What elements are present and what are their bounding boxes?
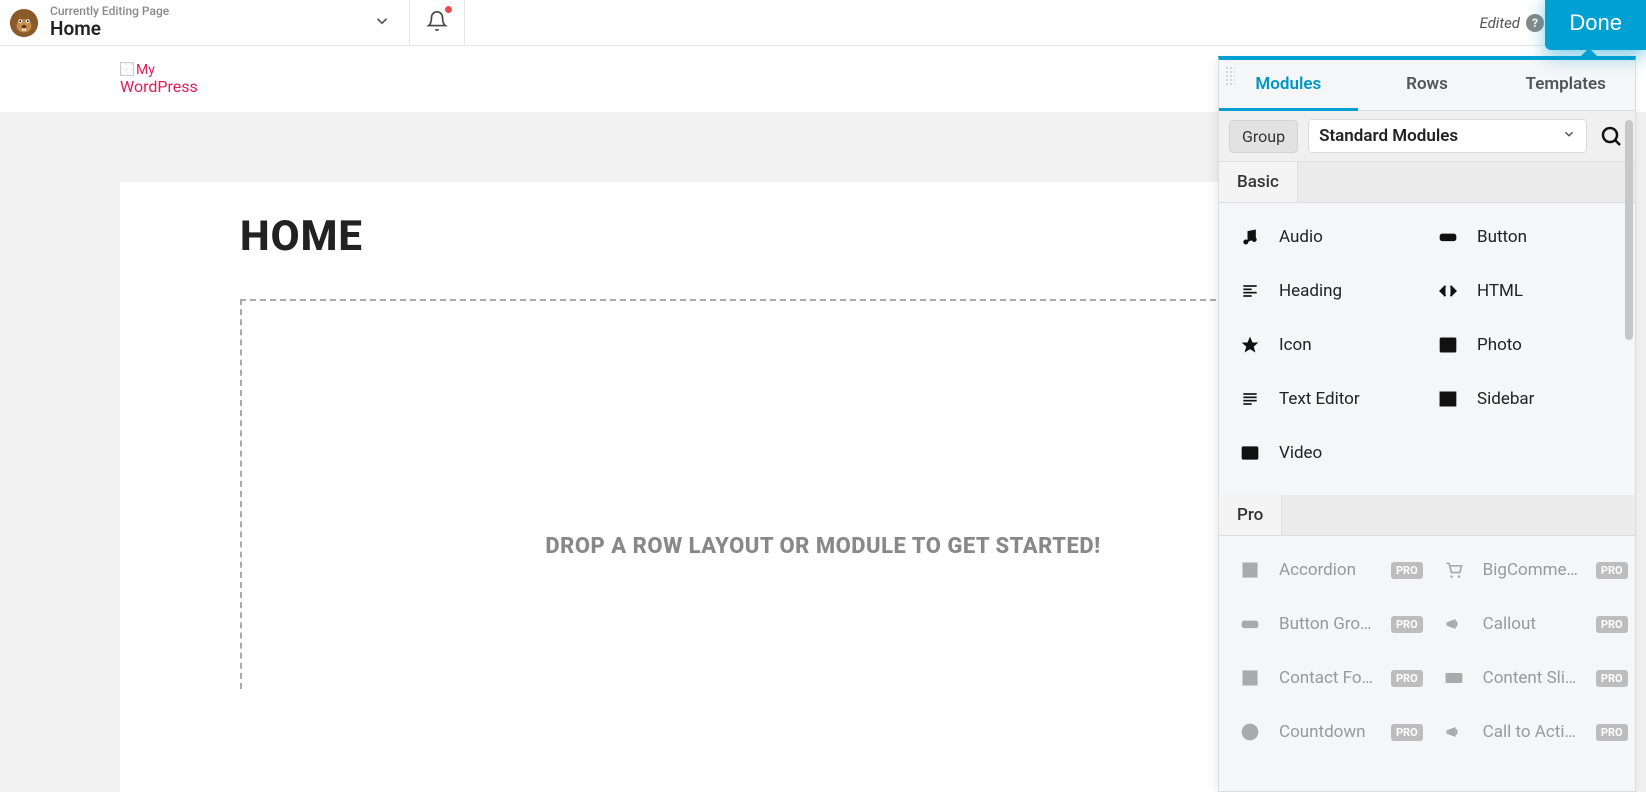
module-label: Audio — [1279, 227, 1417, 247]
module-bigcomme-[interactable]: BigComme… PRO — [1433, 546, 1635, 594]
pro-badge: PRO — [1391, 724, 1423, 741]
pro-badge: PRO — [1391, 562, 1423, 579]
module-audio[interactable]: Audio — [1229, 213, 1427, 261]
module-label: BigComme… — [1483, 560, 1578, 580]
module-accordion[interactable]: Accordion PRO — [1229, 546, 1433, 594]
module-label: Accordion — [1279, 560, 1373, 580]
builder-panel: Modules Rows Templates Group Standard Mo… — [1218, 56, 1636, 792]
help-icon[interactable]: ? — [1526, 14, 1544, 32]
beaver-builder-icon — [8, 7, 40, 39]
module-label: Call to Acti… — [1483, 722, 1578, 742]
module-countdown[interactable]: Countdown PRO — [1229, 708, 1433, 756]
pro-badge: PRO — [1596, 724, 1628, 741]
module-contact-fo-[interactable]: Contact Fo… PRO — [1229, 654, 1433, 702]
module-content-sli-[interactable]: Content Sli… PRO — [1433, 654, 1635, 702]
tab-rows[interactable]: Rows — [1358, 74, 1497, 110]
pro-badge: PRO — [1596, 562, 1628, 579]
top-toolbar: Currently Editing Page Home Edited ? Don… — [0, 0, 1646, 46]
module-label: Video — [1279, 443, 1417, 463]
star-icon — [1239, 335, 1261, 355]
module-button-gro-[interactable]: Button Gro… PRO — [1229, 600, 1433, 648]
group-select[interactable]: Standard Modules — [1308, 119, 1587, 153]
page-switcher[interactable]: Currently Editing Page Home — [0, 0, 410, 45]
scrollbar[interactable] — [1625, 120, 1633, 340]
module-label: HTML — [1477, 281, 1615, 301]
clock-icon — [1239, 722, 1261, 742]
group-row: Group Standard Modules — [1219, 111, 1635, 162]
search-icon[interactable] — [1597, 124, 1625, 148]
pro-badge: PRO — [1596, 616, 1628, 633]
notification-dot — [445, 6, 452, 13]
chevron-down-icon[interactable] — [373, 12, 391, 34]
slider-icon — [1443, 668, 1465, 688]
megaphone-icon — [1443, 722, 1465, 742]
button-icon — [1239, 614, 1261, 634]
bell-icon[interactable] — [426, 10, 448, 36]
drop-zone-text: DROP A ROW LAYOUT OR MODULE TO GET START… — [545, 534, 1100, 559]
module-label: Countdown — [1279, 722, 1373, 742]
pro-badge: PRO — [1596, 670, 1628, 687]
chevron-down-icon — [1562, 126, 1576, 146]
module-label: Text Editor — [1279, 389, 1417, 409]
module-label: Contact Fo… — [1279, 668, 1373, 688]
module-label: Icon — [1279, 335, 1417, 355]
panel-scroll[interactable]: Basic Audio Button Heading HTML Icon Photo Tex… — [1219, 162, 1635, 791]
done-button[interactable]: Done — [1545, 0, 1646, 50]
accordion-icon — [1239, 560, 1261, 580]
group-label: Group — [1229, 120, 1298, 153]
toolbar-right: Edited ? Done — [1479, 0, 1646, 45]
module-html[interactable]: HTML — [1427, 267, 1625, 315]
pro-badge: PRO — [1391, 616, 1423, 633]
module-text-editor[interactable]: Text Editor — [1229, 375, 1427, 423]
code-icon — [1437, 281, 1459, 301]
music-icon — [1239, 227, 1261, 247]
module-label: Button Gro… — [1279, 614, 1373, 634]
video-icon — [1239, 443, 1261, 463]
module-label: Content Sli… — [1483, 668, 1578, 688]
module-heading[interactable]: Heading — [1229, 267, 1427, 315]
module-video[interactable]: Video — [1229, 429, 1427, 477]
panel-tabs: Modules Rows Templates — [1219, 60, 1635, 111]
module-icon[interactable]: Icon — [1229, 321, 1427, 369]
section-header-pro: Pro — [1219, 495, 1635, 536]
drag-grip-icon[interactable] — [1225, 66, 1235, 86]
button-icon — [1437, 227, 1459, 247]
module-label: Button — [1477, 227, 1615, 247]
text-icon — [1239, 389, 1261, 409]
form-icon — [1239, 668, 1261, 688]
section-header-basic: Basic — [1219, 162, 1635, 203]
notifications-area — [410, 0, 465, 45]
site-logo[interactable]: My WordPress — [120, 62, 198, 96]
photo-icon — [1437, 335, 1459, 355]
module-label: Heading — [1279, 281, 1417, 301]
broken-image-icon — [120, 62, 134, 76]
cart-icon — [1443, 560, 1465, 580]
module-photo[interactable]: Photo — [1427, 321, 1625, 369]
pro-badge: PRO — [1391, 670, 1423, 687]
tab-templates[interactable]: Templates — [1496, 74, 1635, 110]
sidebar-icon — [1437, 389, 1459, 409]
page-title: Home — [50, 19, 169, 40]
module-label: Sidebar — [1477, 389, 1615, 409]
module-label: Callout — [1483, 614, 1578, 634]
heading-icon — [1239, 281, 1261, 301]
tab-modules[interactable]: Modules — [1219, 74, 1358, 111]
edited-status: Edited — [1479, 14, 1520, 32]
module-label: Photo — [1477, 335, 1615, 355]
module-sidebar[interactable]: Sidebar — [1427, 375, 1625, 423]
megaphone-icon — [1443, 614, 1465, 634]
module-call-to-acti-[interactable]: Call to Acti… PRO — [1433, 708, 1635, 756]
module-button[interactable]: Button — [1427, 213, 1625, 261]
module-callout[interactable]: Callout PRO — [1433, 600, 1635, 648]
